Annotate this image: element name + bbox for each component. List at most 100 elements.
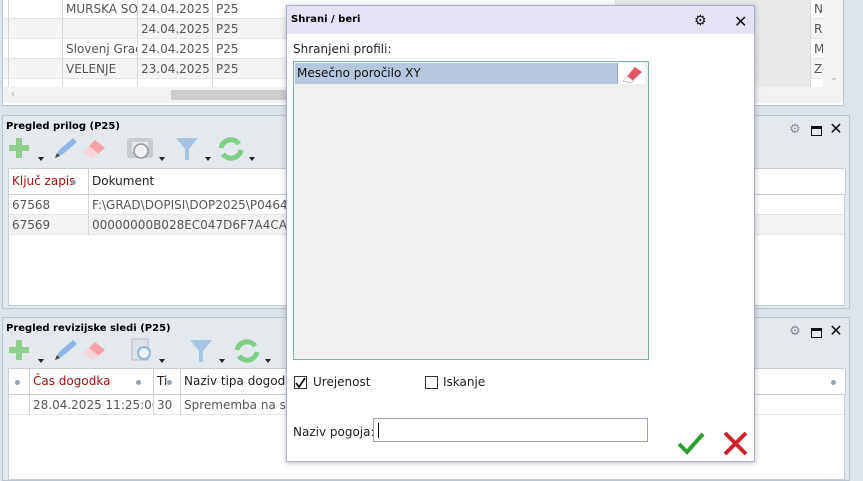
check-icon: [295, 377, 306, 389]
dialog-title: Shrani / beri: [291, 14, 361, 25]
eraser-button[interactable]: [81, 138, 105, 162]
cross-icon: [723, 431, 748, 456]
sort-indicator: [136, 380, 141, 385]
refresh-dropdown-caret[interactable]: [265, 359, 271, 363]
column-header-indicator[interactable]: [9, 369, 30, 395]
preview-icon: [127, 138, 153, 159]
preview-dropdown-caret[interactable]: [159, 359, 165, 363]
column-header-label: Ti: [157, 374, 168, 388]
eraser-button[interactable]: [81, 340, 105, 364]
check-icon: [677, 432, 705, 455]
sort-label: Urejenost: [313, 375, 371, 389]
column-header-time[interactable]: Čas dogodka: [30, 369, 154, 395]
add-button[interactable]: [7, 136, 31, 160]
column-header-label: Ključ zapis: [12, 174, 76, 188]
save-load-dialog: Shrani / beri ⚙ ✕ Shranjeni profili: Mes…: [286, 5, 755, 462]
name-input[interactable]: [373, 418, 648, 442]
dialog-titlebar[interactable]: Shrani / beri ⚙ ✕: [287, 6, 754, 34]
close-icon[interactable]: ✕: [734, 12, 747, 31]
table-cell: P25: [216, 62, 239, 76]
edit-button[interactable]: [51, 136, 77, 160]
table-cell: F:\GRAD\DOPISI\DOP2025\P046425.d: [92, 198, 299, 212]
maximize-icon[interactable]: [809, 326, 823, 340]
edit-icon: [55, 138, 77, 158]
maximize-icon[interactable]: [809, 124, 823, 138]
gear-icon[interactable]: ⚙: [788, 123, 802, 137]
preview-button[interactable]: [129, 338, 153, 362]
refresh-dropdown-caret[interactable]: [249, 157, 255, 161]
column-header-label: Čas dogodka: [33, 374, 111, 388]
close-icon[interactable]: ✕: [829, 121, 843, 137]
profiles-label: Shranjeni profili:: [293, 42, 392, 56]
table-cell: VELENJE: [66, 62, 117, 76]
panel-title: Pregled revizijske sledi (P25): [6, 323, 171, 334]
filter-dropdown-caret[interactable]: [219, 359, 225, 363]
filter-icon: [176, 138, 198, 160]
eraser-icon: [83, 140, 105, 158]
sort-indicator: [15, 380, 20, 385]
column-header-label: Naziv tipa dogodka: [184, 374, 300, 388]
filter-icon: [190, 340, 212, 362]
scrollbar-thumb[interactable]: [171, 90, 301, 100]
list-item[interactable]: Mesečno poročilo XY: [295, 63, 645, 84]
refresh-icon: [234, 339, 260, 363]
preview-button[interactable]: [125, 136, 161, 160]
table-cell: [63, 19, 137, 39]
table-cell: 67569: [12, 218, 51, 232]
profile-name: Mesečno poročilo XY: [297, 66, 421, 80]
profiles-list[interactable]: Mesečno poročilo XY: [293, 61, 649, 360]
filter-button[interactable]: [189, 338, 213, 362]
search-checkbox[interactable]: [425, 376, 438, 389]
table-cell: 24.04.2025: [141, 2, 210, 16]
preview-dropdown-caret[interactable]: [159, 157, 165, 161]
column-header-type[interactable]: Ti: [154, 369, 181, 395]
refresh-icon: [218, 137, 244, 161]
table-cell: ZI: [814, 62, 823, 76]
search-label: Iskanje: [443, 375, 486, 389]
table-cell: 24.04.2025: [141, 22, 210, 36]
sort-checkbox[interactable]: [294, 376, 307, 389]
sort-indicator: [167, 380, 172, 385]
filter-dropdown-caret[interactable]: [205, 157, 211, 161]
vertical-scrollbar[interactable]: ⌄: [823, 0, 843, 103]
edit-button[interactable]: [51, 338, 77, 362]
table-cell: MURSKA SOB: [66, 2, 137, 16]
column-header-label: Dokument: [92, 174, 155, 188]
table-cell: Slovenj Grade: [66, 42, 137, 56]
column-header-key[interactable]: Ključ zapis: [9, 169, 89, 195]
panel-title: Pregled prilog (P25): [6, 121, 120, 132]
table-cell: 24.04.2025: [141, 42, 210, 56]
table-cell: P25: [216, 2, 239, 16]
delete-profile-button[interactable]: [617, 63, 645, 84]
confirm-button[interactable]: [676, 430, 706, 456]
cancel-button[interactable]: [721, 430, 751, 456]
table-cell: P25: [216, 22, 239, 36]
add-icon: [9, 340, 29, 360]
table-cell: 67568: [12, 198, 51, 212]
sort-indicator: [831, 380, 836, 385]
eraser-icon: [83, 342, 105, 360]
table-cell: 23.04.2025: [141, 62, 210, 76]
eraser-icon: [622, 67, 642, 84]
table-cell: N: [814, 2, 823, 16]
name-label: Naziv pogoja:: [293, 425, 375, 439]
add-dropdown-caret[interactable]: [38, 157, 44, 161]
scroll-left-arrow[interactable]: ‹: [11, 89, 15, 100]
add-icon: [9, 138, 29, 158]
filter-button[interactable]: [175, 136, 199, 160]
edit-icon: [55, 340, 77, 360]
preview-icon: [131, 338, 151, 361]
add-dropdown-caret[interactable]: [38, 359, 44, 363]
close-icon[interactable]: ✕: [829, 323, 843, 339]
table-cell: 30: [157, 398, 173, 412]
scroll-down-arrow[interactable]: ⌄: [830, 73, 838, 83]
refresh-button[interactable]: [217, 136, 244, 161]
sort-indicator: [71, 180, 76, 185]
table-cell: 28.04.2025 11:25:06: [33, 398, 154, 412]
refresh-button[interactable]: [233, 338, 260, 363]
gear-icon[interactable]: ⚙: [788, 325, 802, 339]
table-cell: 00000000B028EC047D6F7A4CA3BAC2: [92, 218, 289, 232]
gear-icon[interactable]: ⚙: [694, 13, 707, 29]
add-button[interactable]: [7, 338, 31, 362]
table-cell: P25: [216, 42, 239, 56]
